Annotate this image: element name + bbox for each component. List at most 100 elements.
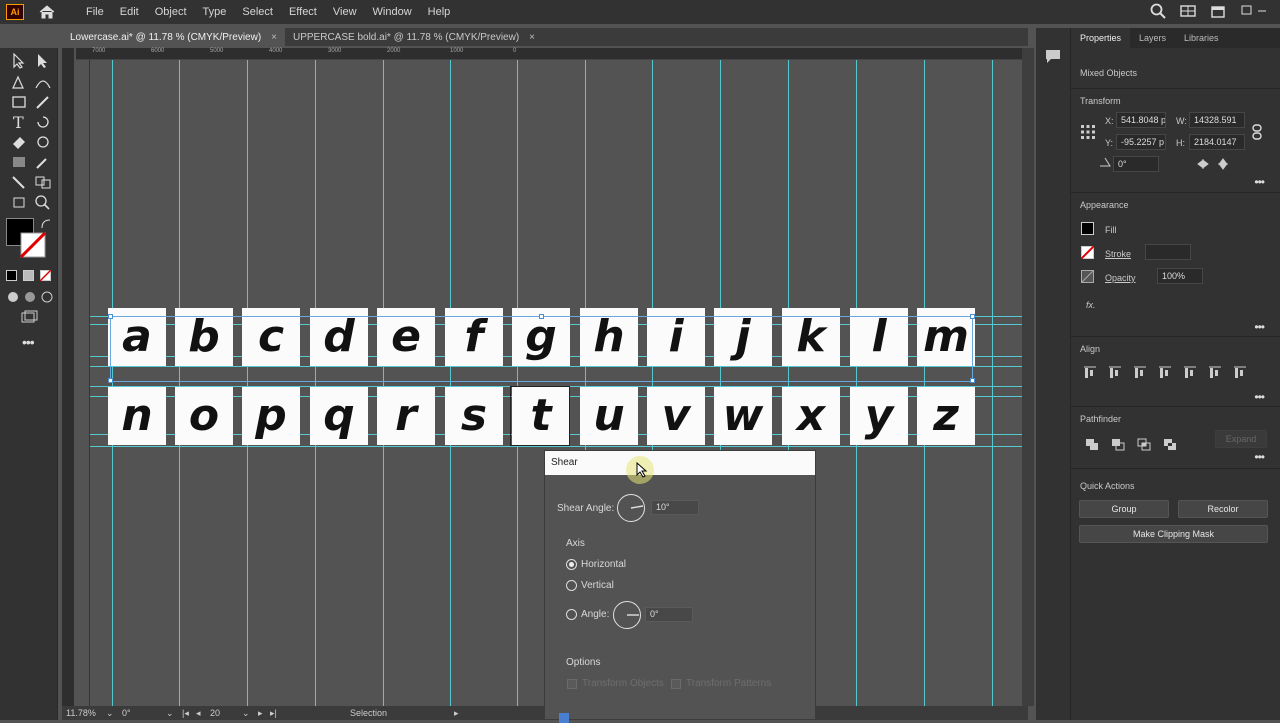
opacity-icon[interactable] bbox=[1081, 270, 1094, 283]
chevron-down-icon[interactable]: ⌄ bbox=[242, 708, 258, 719]
arrange-documents-icon[interactable] bbox=[1180, 3, 1196, 19]
group-button[interactable]: Group bbox=[1079, 500, 1169, 518]
blend-tool-icon[interactable] bbox=[34, 174, 52, 190]
glyph-tile[interactable]: v bbox=[647, 387, 705, 445]
expand-button[interactable]: Expand bbox=[1215, 430, 1267, 448]
artboard-tool-icon[interactable] bbox=[10, 194, 28, 210]
draw-behind-icon[interactable] bbox=[22, 289, 40, 305]
more-options-icon[interactable]: ••• bbox=[1254, 390, 1265, 404]
glyph-tile[interactable]: s bbox=[445, 387, 503, 445]
glyph-tile[interactable]: z bbox=[917, 387, 975, 445]
tab-uppercase-bold[interactable]: UPPERCASE bold.ai* @ 11.78 % (CMYK/Previ… bbox=[285, 28, 543, 46]
width-tool-icon[interactable] bbox=[34, 134, 52, 150]
eraser-tool-icon[interactable] bbox=[10, 134, 28, 150]
menu-effect[interactable]: Effect bbox=[281, 0, 325, 24]
stroke-weight-field[interactable] bbox=[1145, 244, 1191, 260]
chevron-down-icon[interactable]: ⌄ bbox=[106, 708, 122, 719]
axis-angle-field[interactable]: 0° bbox=[645, 607, 693, 622]
menu-type[interactable]: Type bbox=[195, 0, 235, 24]
glyph-tile[interactable]: p bbox=[242, 387, 300, 445]
rotate-angle-field[interactable]: 0° bbox=[1113, 156, 1159, 172]
make-clipping-mask-button[interactable]: Make Clipping Mask bbox=[1079, 525, 1268, 543]
width-field[interactable]: 14328.591 bbox=[1189, 112, 1245, 128]
glyph-tile[interactable]: w bbox=[714, 387, 772, 445]
restore-window-icon[interactable] bbox=[1210, 3, 1226, 19]
zoom-tool-icon[interactable] bbox=[34, 194, 52, 210]
reference-point-icon[interactable] bbox=[1080, 124, 1096, 140]
dialog-title[interactable]: Shear bbox=[545, 451, 815, 475]
glyph-tile[interactable]: r bbox=[377, 387, 435, 445]
color-mode-icon[interactable] bbox=[6, 270, 17, 281]
stroke-swatch-icon[interactable] bbox=[20, 232, 46, 258]
angle-radio[interactable] bbox=[566, 609, 577, 620]
vertical-scrollbar[interactable] bbox=[1022, 48, 1034, 706]
screen-mode-icon[interactable] bbox=[20, 309, 38, 325]
stroke-swatch-icon[interactable] bbox=[1081, 246, 1094, 259]
symbol-sprayer-tool-icon[interactable] bbox=[10, 174, 28, 190]
flip-horizontal-icon[interactable] bbox=[1197, 158, 1209, 170]
align-horizontal-center-icon[interactable] bbox=[1133, 366, 1147, 379]
selection-handle[interactable] bbox=[539, 314, 544, 319]
align-vertical-center-icon[interactable] bbox=[1208, 366, 1222, 379]
glyph-tile[interactable]: o bbox=[175, 387, 233, 445]
next-artboard-icon[interactable]: ▸ bbox=[258, 708, 270, 719]
menu-object[interactable]: Object bbox=[147, 0, 195, 24]
type-tool-icon[interactable]: T bbox=[10, 114, 28, 130]
glyph-tile[interactable]: x bbox=[782, 387, 840, 445]
fx-icon[interactable]: fx. bbox=[1086, 300, 1096, 310]
glyph-tile[interactable]: n bbox=[108, 387, 166, 445]
tab-libraries[interactable]: Libraries bbox=[1175, 28, 1228, 48]
previous-artboard-icon[interactable]: ◂ bbox=[196, 708, 210, 719]
exclude-icon[interactable] bbox=[1163, 438, 1177, 451]
draw-inside-icon[interactable] bbox=[39, 289, 57, 305]
gradient-tool-icon[interactable] bbox=[10, 154, 28, 170]
glyph-tile[interactable]: y bbox=[850, 387, 908, 445]
align-top-icon[interactable] bbox=[1183, 366, 1197, 379]
comments-icon[interactable] bbox=[1044, 48, 1062, 64]
constrain-proportions-icon[interactable] bbox=[1251, 124, 1263, 140]
align-to-selection-icon[interactable] bbox=[1083, 366, 1097, 379]
close-icon[interactable]: × bbox=[529, 32, 535, 43]
selection-handle[interactable] bbox=[108, 314, 113, 319]
last-artboard-icon[interactable]: ▸| bbox=[270, 708, 350, 719]
rotate-tool-icon[interactable] bbox=[34, 114, 52, 130]
menu-select[interactable]: Select bbox=[234, 0, 281, 24]
glyph-tile[interactable]: q bbox=[310, 387, 368, 445]
menu-help[interactable]: Help bbox=[420, 0, 459, 24]
menu-edit[interactable]: Edit bbox=[112, 0, 147, 24]
selection-handle[interactable] bbox=[108, 378, 113, 383]
horizontal-radio[interactable] bbox=[566, 559, 577, 570]
align-left-icon[interactable] bbox=[1108, 366, 1122, 379]
tab-lowercase[interactable]: Lowercase.ai* @ 11.78 % (CMYK/Preview) × bbox=[62, 28, 285, 46]
glyph-tile[interactable]: u bbox=[580, 387, 638, 445]
intersect-icon[interactable] bbox=[1137, 438, 1151, 451]
shear-angle-field[interactable]: 10° bbox=[651, 500, 699, 515]
align-right-icon[interactable] bbox=[1158, 366, 1172, 379]
menu-view[interactable]: View bbox=[325, 0, 365, 24]
tab-layers[interactable]: Layers bbox=[1130, 28, 1175, 48]
stroke-label[interactable]: Stroke bbox=[1105, 249, 1131, 259]
draw-normal-icon[interactable] bbox=[5, 289, 23, 305]
edit-toolbar-icon[interactable]: ••• bbox=[22, 334, 35, 350]
minus-front-icon[interactable] bbox=[1111, 438, 1125, 451]
shear-angle-dial[interactable] bbox=[617, 494, 645, 522]
vertical-radio[interactable] bbox=[566, 580, 577, 591]
selection-handle[interactable] bbox=[970, 378, 975, 383]
selection-handle[interactable] bbox=[970, 314, 975, 319]
align-bottom-icon[interactable] bbox=[1233, 366, 1247, 379]
first-artboard-icon[interactable]: |◂ bbox=[182, 708, 196, 719]
menu-window[interactable]: Window bbox=[365, 0, 420, 24]
swap-colors-icon[interactable] bbox=[40, 218, 52, 230]
menu-file[interactable]: File bbox=[78, 0, 112, 24]
paintbrush-tool-icon[interactable] bbox=[34, 94, 52, 110]
rotation-value[interactable]: 0° bbox=[122, 708, 166, 718]
opacity-field[interactable]: 100% bbox=[1157, 268, 1203, 284]
window-controls-icon[interactable] bbox=[1240, 3, 1270, 19]
y-field[interactable]: -95.2257 p bbox=[1116, 134, 1166, 150]
chevron-down-icon[interactable]: ⌄ bbox=[166, 708, 182, 719]
recolor-button[interactable]: Recolor bbox=[1178, 500, 1268, 518]
artboard-number[interactable]: 20 bbox=[210, 708, 242, 718]
more-options-icon[interactable]: ••• bbox=[1254, 175, 1265, 189]
curvature-tool-icon[interactable] bbox=[34, 74, 52, 90]
selection-tool-icon[interactable] bbox=[10, 53, 28, 69]
